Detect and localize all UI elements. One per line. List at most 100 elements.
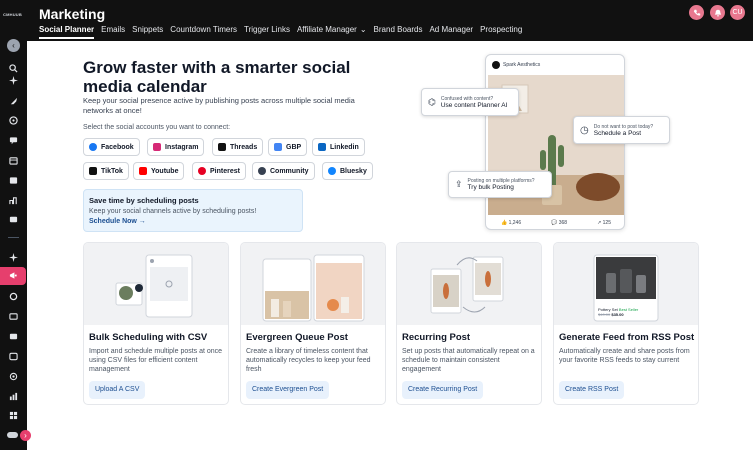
left-sidebar: CMHUUB ‹ › — [0, 0, 31, 450]
dashboard-icon[interactable] — [8, 115, 19, 126]
upload-csv-button[interactable]: Upload A CSV — [89, 381, 146, 399]
card-evergreen-queue: Evergreen Queue Post Create a library of… — [240, 242, 386, 405]
schedule-tip-small: Do not want to post today? — [593, 123, 654, 130]
bluesky-icon — [328, 167, 336, 175]
like-icon: 👍 — [500, 220, 508, 226]
rss-product-info: Pottery Set Best Seller $40.00 $35.00 — [598, 307, 638, 317]
chip-label: Threads — [230, 143, 258, 151]
collapse-sidebar-button[interactable]: › — [20, 430, 31, 441]
connect-instagram-button[interactable]: Instagram — [147, 138, 205, 156]
chip-label: Bluesky — [340, 167, 367, 175]
reporting-icon[interactable] — [8, 391, 19, 402]
recurring-post-illustration — [430, 256, 504, 314]
community-icon — [258, 167, 266, 175]
tab-snippets[interactable]: Snippets — [132, 25, 163, 39]
schedule-now-link[interactable]: Schedule Now → — [89, 218, 297, 225]
csv-upload-illustration — [115, 254, 193, 318]
card-title: Generate Feed from RSS Post — [559, 332, 695, 343]
chip-label: GBP — [286, 143, 302, 151]
calendar-icon[interactable] — [8, 155, 19, 166]
upload-icon: ⇪ — [455, 179, 463, 189]
schedule-post-tip[interactable]: ◷ Do not want to post today? Schedule a P… — [573, 116, 670, 144]
megaphone-icon[interactable] — [8, 270, 19, 281]
likes-count: 👍 1,246 — [501, 220, 521, 226]
ai-agents-icon[interactable] — [8, 252, 19, 263]
card-description: Create a library of timeless content tha… — [246, 348, 371, 373]
account-avatar-icon — [492, 61, 500, 69]
ai-tip-main: Use content Planner AI — [440, 101, 508, 109]
sparkle-icon[interactable] — [8, 75, 19, 86]
connect-threads-button[interactable]: Threads — [212, 138, 264, 156]
connect-community-button[interactable]: Community — [252, 162, 315, 180]
tab-trigger-links[interactable]: Trigger Links — [244, 25, 290, 39]
conversations-icon[interactable] — [8, 135, 19, 146]
account-switcher-icon[interactable]: ‹ — [7, 39, 20, 52]
chip-label: Youtube — [151, 167, 179, 175]
bulk-posting-tip[interactable]: ⇪ Posting on multiple platforms? Try bulk… — [448, 171, 552, 198]
card-title: Evergreen Queue Post — [246, 332, 348, 343]
payments-icon[interactable] — [8, 214, 19, 225]
tab-affiliate-manager[interactable]: Affiliate Manager ⌄ — [297, 25, 367, 39]
sidebar-divider — [8, 237, 19, 238]
settings-toggle[interactable] — [7, 432, 18, 438]
sites-icon[interactable] — [8, 311, 19, 322]
tiktok-icon — [89, 167, 97, 175]
tab-brand-boards[interactable]: Brand Boards — [374, 25, 423, 39]
bulk-tip-main: Try bulk Posting — [467, 184, 514, 191]
connect-linkedin-button[interactable]: Linkedin — [312, 138, 365, 156]
card-title: Bulk Scheduling with CSV — [89, 332, 208, 343]
create-recurring-post-button[interactable]: Create Recurring Post — [402, 381, 484, 399]
post-header: Spark Aesthetics — [486, 55, 624, 75]
card-description: Automatically create and share posts fro… — [559, 348, 690, 364]
chip-label: TikTok — [101, 167, 123, 175]
chip-label: Pinterest — [210, 167, 240, 175]
instagram-icon — [153, 143, 161, 151]
tab-social-planner[interactable]: Social Planner — [39, 25, 95, 39]
connect-pinterest-button[interactable]: Pinterest — [192, 162, 246, 180]
connect-youtube-button[interactable]: Youtube — [133, 162, 185, 180]
connect-gbp-button[interactable]: GBP — [268, 138, 308, 156]
tab-prospecting[interactable]: Prospecting — [480, 25, 522, 39]
user-avatar[interactable]: CU — [730, 5, 745, 20]
chip-label: Community — [270, 167, 309, 175]
connect-facebook-button[interactable]: Facebook — [83, 138, 140, 156]
rss-product-price-row: $40.00 $35.00 — [598, 312, 638, 317]
create-evergreen-post-button[interactable]: Create Evergreen Post — [246, 381, 330, 399]
evergreen-posts-illustration — [262, 254, 365, 322]
contacts-icon[interactable] — [8, 175, 19, 186]
gbp-icon — [274, 143, 282, 151]
phone-icon[interactable] — [689, 5, 704, 20]
marketing-tabs: Social Planner Emails Snippets Countdown… — [39, 25, 529, 39]
tab-ad-manager[interactable]: Ad Manager — [429, 25, 473, 39]
tab-emails[interactable]: Emails — [101, 25, 125, 39]
search-icon[interactable] — [8, 63, 19, 74]
reputation-icon[interactable] — [8, 371, 19, 382]
promo-subtitle: Keep your social channels active by sche… — [89, 208, 257, 215]
promo-title: Save time by scheduling posts — [89, 196, 199, 205]
post-stats: 👍 1,246 💬 368 ↗ 125 — [486, 217, 624, 229]
brand-logo[interactable]: CMHUUB — [3, 12, 22, 17]
opportunities-icon[interactable] — [8, 195, 19, 206]
rocket-icon[interactable] — [8, 96, 19, 107]
accounts-select-label: Select the social accounts you want to c… — [83, 124, 231, 131]
content-planner-ai-tip[interactable]: ⌬ Confused with content? Use content Plan… — [421, 88, 519, 116]
media-icon[interactable] — [8, 351, 19, 362]
comment-icon: 💬 — [551, 220, 558, 226]
notification-bell-icon[interactable] — [710, 5, 725, 20]
schedule-promo-banner: Save time by scheduling posts Keep your … — [83, 189, 303, 232]
automation-icon[interactable] — [8, 291, 19, 302]
tab-affiliate-manager-label: Affiliate Manager — [296, 25, 357, 34]
connect-bluesky-button[interactable]: Bluesky — [322, 162, 373, 180]
arrow-right-icon: → — [138, 218, 146, 225]
card-description: Import and schedule multiple posts at on… — [89, 348, 223, 373]
memberships-icon[interactable] — [8, 331, 19, 342]
evergreen-illustration — [241, 243, 385, 325]
top-header: Marketing Social Planner Emails Snippets… — [27, 0, 753, 41]
rss-illustration: Pottery Set Best Seller $40.00 $35.00 — [554, 243, 698, 325]
create-rss-post-button[interactable]: Create RSS Post — [559, 381, 625, 399]
app-marketplace-icon[interactable] — [8, 410, 19, 421]
tab-countdown-timers[interactable]: Countdown Timers — [170, 25, 237, 39]
connect-tiktok-button[interactable]: TikTok — [83, 162, 129, 180]
likes-value: 1,246 — [508, 220, 522, 226]
chip-label: Linkedin — [330, 143, 359, 151]
